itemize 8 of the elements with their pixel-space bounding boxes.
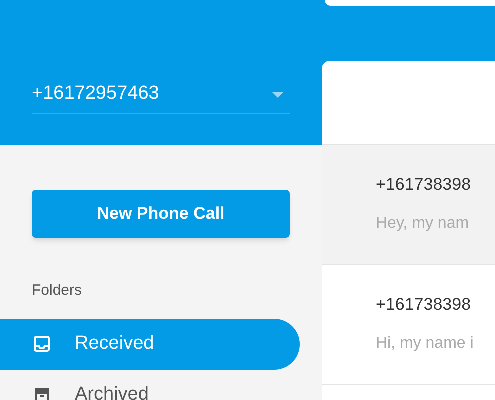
folders-heading: Folders <box>32 281 84 301</box>
message-preview: Hey, my nam <box>376 214 470 234</box>
folder-item[interactable]: Archived <box>0 370 300 400</box>
phone-number: +16172957463 <box>32 82 160 106</box>
phone-number: +161738398 <box>376 294 472 316</box>
message-row[interactable]: +161738398 Hey, my nam <box>322 145 495 265</box>
phone-number: +161738398 <box>376 174 472 196</box>
message-preview: Hi, my name i <box>376 334 475 354</box>
